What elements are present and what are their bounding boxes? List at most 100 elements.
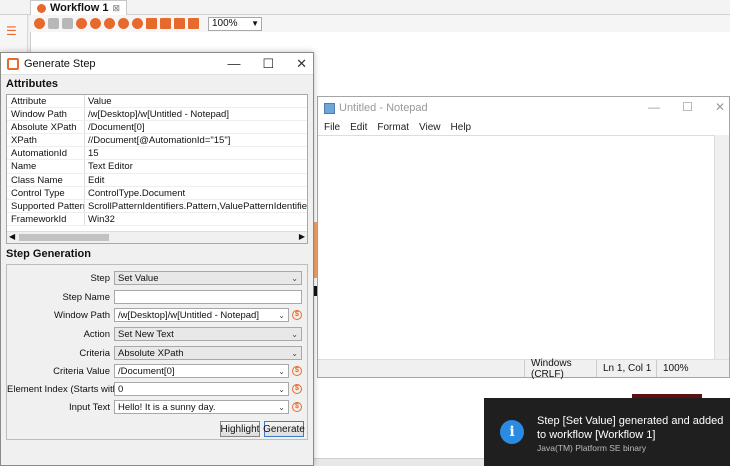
criteria-select-value: Absolute XPath bbox=[118, 347, 184, 359]
attr-key: Class Name bbox=[7, 173, 85, 186]
generate-button[interactable]: Generate bbox=[263, 421, 305, 437]
toast-source: Java(TM) Platform SE binary bbox=[537, 443, 647, 453]
attr-key: Control Type bbox=[7, 186, 85, 199]
tab-close-icon[interactable]: ⊠ bbox=[112, 3, 120, 14]
minimize-icon[interactable]: — bbox=[648, 100, 660, 114]
table-row[interactable]: Supported Patterns ScrollPatternIdentifie… bbox=[7, 199, 307, 213]
document-icon[interactable] bbox=[188, 18, 199, 29]
menu-edit[interactable]: Edit bbox=[350, 122, 367, 133]
attr-value: Edit bbox=[88, 174, 105, 186]
view-icon[interactable] bbox=[90, 18, 101, 29]
toast-notification[interactable]: i Step [Set Value] generated and added t… bbox=[484, 398, 730, 466]
menu-view[interactable]: View bbox=[419, 122, 441, 133]
variable-icon[interactable]: $ bbox=[292, 310, 302, 320]
import-icon[interactable] bbox=[174, 18, 185, 29]
check-icon[interactable] bbox=[132, 18, 143, 29]
status-position: Ln 1, Col 1 bbox=[596, 360, 656, 377]
form-row-criteria-value: Criteria Value /Document[0] ⌄ $ bbox=[7, 364, 307, 378]
element-index-value: 0 bbox=[118, 383, 124, 395]
attr-value: /Document[0] bbox=[88, 122, 145, 134]
notepad-window: Untitled - Notepad — ☐ ✕ File Edit Forma… bbox=[317, 96, 730, 380]
menu-file[interactable]: File bbox=[324, 122, 340, 133]
status-line-ending: Windows (CRLF) bbox=[524, 358, 596, 380]
highlight-button[interactable]: Highlight bbox=[220, 421, 260, 437]
action-label: Action bbox=[83, 328, 110, 340]
step-name-label: Step Name bbox=[62, 291, 110, 303]
attributes-horizontal-scrollbar[interactable]: ◀ ▶ bbox=[7, 231, 307, 243]
tab-title: Workflow 1 bbox=[50, 2, 109, 14]
action-select-value: Set New Text bbox=[118, 328, 174, 340]
column-header-attribute: Attribute bbox=[7, 95, 85, 108]
stop-icon[interactable] bbox=[62, 18, 73, 29]
form-row-action: Action Set New Text ⌄ bbox=[7, 327, 307, 341]
list-icon[interactable]: ☰ bbox=[6, 25, 20, 37]
minimize-icon[interactable]: — bbox=[227, 56, 240, 72]
action-select[interactable]: Set New Text ⌄ bbox=[114, 327, 302, 341]
tab-workflow-1[interactable]: Workflow 1 ⊠ bbox=[30, 0, 128, 15]
save-icon[interactable] bbox=[146, 18, 157, 29]
form-row-step: Step Set Value ⌄ bbox=[7, 271, 307, 285]
input-text-combo[interactable]: Hello! It is a sunny day. ⌄ bbox=[114, 400, 289, 414]
zoom-select[interactable]: 100% ▼ bbox=[208, 16, 262, 31]
criteria-select[interactable]: Absolute XPath ⌄ bbox=[114, 346, 302, 360]
maximize-icon[interactable]: ☐ bbox=[262, 56, 274, 72]
run-icon[interactable] bbox=[34, 18, 45, 29]
variable-icon[interactable]: $ bbox=[292, 402, 302, 412]
chevron-down-icon: ⌄ bbox=[291, 348, 298, 358]
attr-value: ScrollPatternIdentifiers.Pattern,ValuePa… bbox=[88, 200, 307, 212]
refresh-icon[interactable] bbox=[118, 18, 129, 29]
chevron-down-icon: ⌄ bbox=[278, 384, 285, 394]
attr-key: XPath bbox=[7, 134, 85, 147]
notepad-window-controls: — ☐ ✕ bbox=[648, 100, 725, 114]
column-header-value: Value bbox=[88, 96, 112, 107]
attr-value: ControlType.Document bbox=[88, 187, 186, 199]
step-select-value: Set Value bbox=[118, 272, 159, 284]
record-icon[interactable] bbox=[76, 18, 87, 29]
scroll-right-icon[interactable]: ▶ bbox=[299, 232, 305, 241]
scrollbar-thumb[interactable] bbox=[19, 234, 109, 241]
element-index-combo[interactable]: 0 ⌄ bbox=[114, 382, 289, 396]
export-icon[interactable] bbox=[160, 18, 171, 29]
step-label: Step bbox=[90, 272, 110, 284]
table-row[interactable]: AutomationId 15 bbox=[7, 147, 307, 161]
notepad-vertical-scrollbar[interactable] bbox=[714, 135, 729, 360]
table-row[interactable]: Control Type ControlType.Document bbox=[7, 186, 307, 200]
menu-help[interactable]: Help bbox=[451, 122, 472, 133]
step-name-input[interactable] bbox=[114, 290, 302, 304]
table-row[interactable]: Name Text Editor bbox=[7, 160, 307, 174]
status-zoom: 100% bbox=[656, 360, 716, 377]
window-path-combo[interactable]: /w[Desktop]/w[Untitled - Notepad] ⌄ bbox=[114, 308, 289, 322]
settings-icon[interactable] bbox=[104, 18, 115, 29]
step-select[interactable]: Set Value ⌄ bbox=[114, 271, 302, 285]
form-row-window-path: Window Path /w[Desktop]/w[Untitled - Not… bbox=[7, 308, 307, 322]
menu-format[interactable]: Format bbox=[377, 122, 409, 133]
variable-icon[interactable]: $ bbox=[292, 384, 302, 394]
attr-key: Absolute XPath bbox=[7, 121, 85, 134]
table-row[interactable]: Class Name Edit bbox=[7, 173, 307, 187]
table-row[interactable]: FrameworkId Win32 bbox=[7, 212, 307, 226]
table-row[interactable]: Absolute XPath/Document[0] bbox=[7, 121, 307, 135]
variable-icon[interactable]: $ bbox=[292, 366, 302, 376]
close-icon[interactable]: ✕ bbox=[715, 100, 725, 114]
step-generation-header: Step Generation bbox=[6, 248, 91, 260]
toast-message: Step [Set Value] generated and added to … bbox=[537, 415, 724, 441]
notepad-text-editor[interactable] bbox=[318, 135, 716, 360]
info-icon: i bbox=[500, 420, 524, 444]
window-path-label: Window Path bbox=[54, 309, 110, 321]
attributes-table[interactable]: Attribute Value Window Path/w[Desktop]/w[… bbox=[6, 94, 308, 244]
toolbar: 100% ▼ bbox=[30, 15, 730, 32]
scroll-left-icon[interactable]: ◀ bbox=[9, 232, 15, 241]
pause-icon[interactable] bbox=[48, 18, 59, 29]
table-row[interactable]: XPath//Document[@AutomationId="15"] bbox=[7, 134, 307, 148]
close-icon[interactable]: ✕ bbox=[296, 56, 307, 72]
attr-value: Win32 bbox=[88, 213, 115, 225]
chevron-down-icon: ⌄ bbox=[291, 273, 298, 283]
element-index-label: Element Index (Starts with 0) bbox=[7, 383, 129, 395]
table-row[interactable]: Window Path/w[Desktop]/w[Untitled - Note… bbox=[7, 108, 307, 122]
window-path-value: /w[Desktop]/w[Untitled - Notepad] bbox=[118, 309, 259, 321]
input-text-value: Hello! It is a sunny day. bbox=[118, 401, 216, 413]
maximize-icon[interactable]: ☐ bbox=[682, 100, 693, 114]
criteria-value-label: Criteria Value bbox=[53, 365, 110, 377]
criteria-value-combo[interactable]: /Document[0] ⌄ bbox=[114, 364, 289, 378]
notepad-title: Untitled - Notepad bbox=[339, 102, 428, 114]
